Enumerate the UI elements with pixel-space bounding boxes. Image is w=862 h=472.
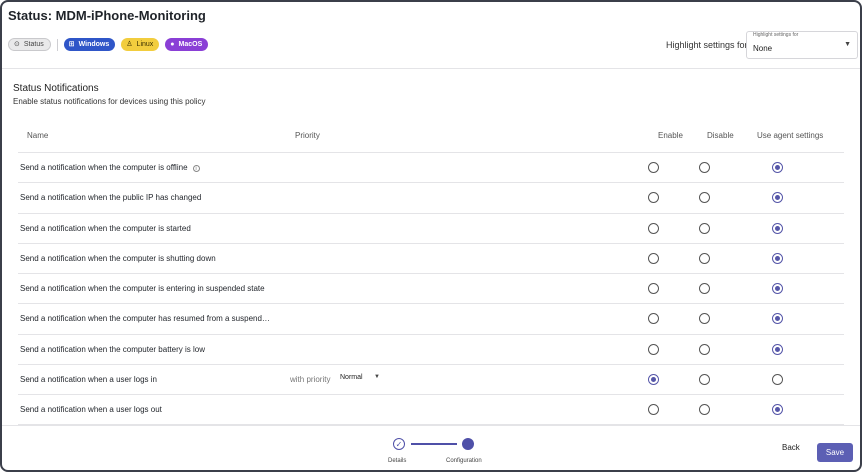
row-label: Send a notification when a user logs in: [20, 375, 157, 384]
section-title: Status Notifications: [13, 83, 99, 94]
row-label-text: Send a notification when a user logs out: [20, 405, 162, 414]
radio-disable[interactable]: [699, 162, 710, 173]
radio-enable[interactable]: [648, 162, 659, 173]
back-button[interactable]: Back: [782, 443, 800, 452]
linux-tag[interactable]: ♙ Linux: [121, 38, 160, 51]
row-label-text: Send a notification when the public IP h…: [20, 193, 202, 203]
stepper-connector: [411, 443, 457, 445]
row-label-text: Send a notification when the computer is…: [20, 223, 191, 233]
step-configuration-label: Configuration: [446, 458, 482, 464]
row-label: Send a notification when a user logs out: [20, 405, 162, 414]
row-label: Send a notification when the computer ba…: [20, 345, 205, 354]
column-header-disable: Disable: [707, 131, 734, 140]
radio-disable[interactable]: [699, 222, 710, 234]
radio-enable[interactable]: [648, 313, 659, 325]
policy-window: Status: MDM-iPhone-Monitoring ⊙ Status ⊞…: [0, 0, 862, 472]
table-row: Send a notification when the public IP h…: [18, 183, 844, 214]
row-label: Send a notification when the public IP h…: [20, 193, 201, 202]
step-details-check-icon[interactable]: ✓: [393, 438, 405, 450]
radio-agent[interactable]: [772, 373, 783, 385]
radio-disable[interactable]: [699, 343, 710, 355]
status-tag[interactable]: ⊙ Status: [8, 38, 51, 51]
radio-disable[interactable]: [699, 373, 710, 385]
radio-agent[interactable]: [772, 404, 783, 415]
macos-tag[interactable]: ● MacOS: [165, 38, 209, 51]
row-label-text: Send a notification when the computer is…: [20, 253, 216, 263]
row-label: Send a notification when the computer is…: [20, 254, 216, 263]
table-row: Send a notification when the computer is…: [18, 214, 844, 244]
column-header-agent-settings: Use agent settings: [757, 131, 824, 140]
highlight-select-value: None: [753, 44, 773, 53]
status-tag-label: Status: [23, 41, 44, 48]
row-label-text: Send a notification when the computer ba…: [20, 344, 205, 354]
status-dot-icon: ⊙: [14, 41, 20, 48]
linux-icon: ♙: [126, 41, 133, 48]
row-label-text: Send a notification when a user logs in: [20, 374, 157, 384]
table-row: Send a notification when the computer ha…: [18, 304, 844, 335]
radio-enable[interactable]: [648, 192, 659, 204]
highlight-settings-select[interactable]: Highlight settings for None ▼: [746, 31, 858, 59]
radio-agent[interactable]: [772, 162, 783, 173]
column-header-enable: Enable: [658, 131, 683, 140]
table-row: Send a notification when a user logs out: [18, 395, 844, 426]
chevron-down-icon[interactable]: ▼: [374, 374, 380, 380]
save-button[interactable]: Save: [817, 443, 853, 462]
radio-agent[interactable]: [772, 283, 783, 294]
windows-tag[interactable]: ⊞ Windows: [63, 38, 116, 51]
highlight-select-float-label: Highlight settings for: [753, 32, 799, 38]
macos-tag-label: MacOS: [178, 41, 203, 48]
radio-enable[interactable]: [648, 373, 659, 385]
radio-disable[interactable]: [699, 313, 710, 325]
radio-agent[interactable]: [772, 222, 783, 234]
info-icon[interactable]: i: [192, 165, 200, 172]
radio-disable[interactable]: [699, 252, 710, 264]
page-title: Status: MDM-iPhone-Monitoring: [8, 8, 206, 23]
chevron-down-icon: ▼: [844, 41, 851, 48]
column-header-name: Name: [27, 131, 49, 140]
apple-icon: ●: [170, 41, 175, 48]
column-header-priority: Priority: [295, 131, 320, 140]
row-label-text: Send a notification when the computer ha…: [20, 314, 270, 324]
footer: ✓ Details Configuration Back Save: [2, 426, 860, 470]
windows-tag-label: Windows: [78, 41, 110, 48]
table-row: Send a notification when the computer ba…: [18, 335, 844, 365]
table-row: Send a notification when a user logs in w…: [18, 365, 844, 395]
radio-agent[interactable]: [772, 252, 783, 264]
radio-disable[interactable]: [699, 404, 710, 415]
row-label-text: Send a notification when the computer is…: [20, 284, 265, 293]
row-label: Send a notification when the computer ha…: [20, 314, 270, 323]
radio-disable[interactable]: [699, 192, 710, 204]
linux-tag-label: Linux: [136, 41, 154, 48]
radio-disable[interactable]: [699, 283, 710, 294]
radio-enable[interactable]: [648, 283, 659, 294]
highlight-settings-label: Highlight settings for: [666, 40, 748, 50]
radio-enable[interactable]: [648, 222, 659, 234]
os-tag-row: ⊙ Status ⊞ Windows ♙ Linux ● MacOS: [8, 38, 214, 51]
tag-divider: [56, 38, 58, 51]
radio-enable[interactable]: [648, 343, 659, 355]
priority-label: with priority: [290, 374, 331, 384]
row-label: Send a notification when the computer is…: [20, 224, 191, 233]
radio-enable[interactable]: [648, 404, 659, 415]
radio-agent[interactable]: [772, 343, 783, 355]
step-configuration-indicator[interactable]: [462, 438, 474, 450]
radio-agent[interactable]: [772, 313, 783, 325]
row-label: Send a notification when the computer is…: [20, 284, 265, 293]
header-divider: [2, 68, 860, 69]
row-label: Send a notification when the computer is…: [20, 163, 200, 172]
table-row: Send a notification when the computer is…: [18, 274, 844, 305]
windows-icon: ⊞: [68, 41, 75, 48]
radio-enable[interactable]: [648, 252, 659, 264]
priority-select[interactable]: Normal: [340, 374, 363, 381]
section-subtitle: Enable status notifications for devices …: [13, 97, 206, 106]
step-details-label: Details: [388, 458, 407, 464]
radio-agent[interactable]: [772, 192, 783, 204]
row-label-text: Send a notification when the computer is…: [20, 163, 188, 172]
table-row: Send a notification when the computer is…: [18, 153, 844, 184]
table-row: Send a notification when the computer is…: [18, 244, 844, 274]
